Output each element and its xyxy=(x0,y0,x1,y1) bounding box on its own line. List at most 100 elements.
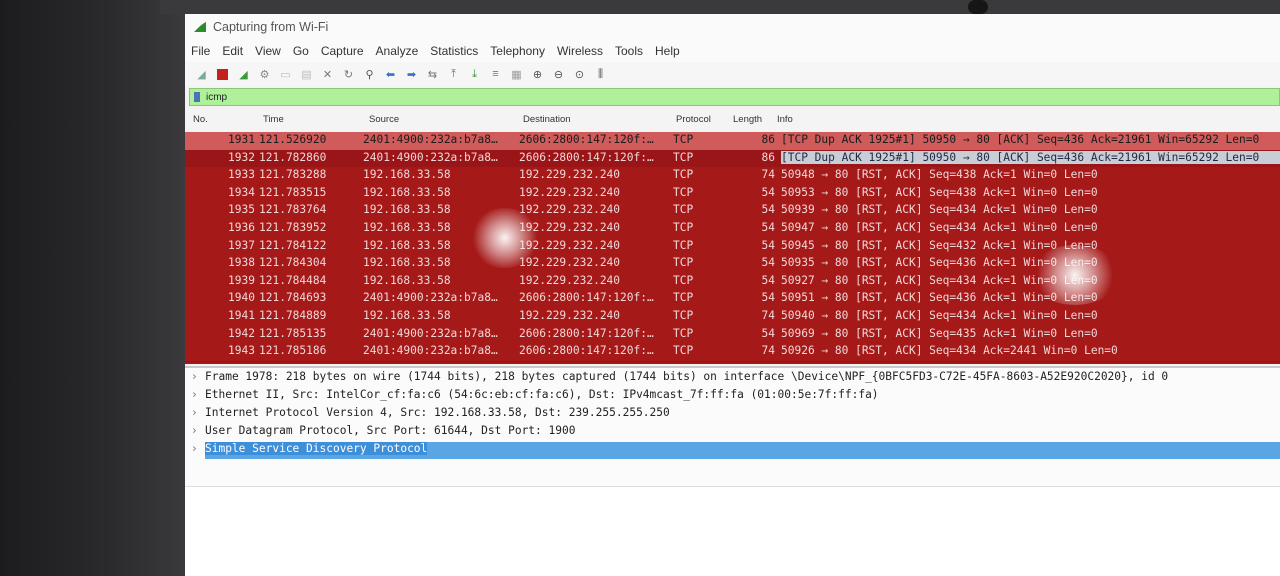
cell-destination: 192.229.232.240 xyxy=(519,256,621,270)
resize-columns-icon[interactable]: ⫼ xyxy=(593,68,608,81)
menu-tools[interactable]: Tools xyxy=(609,44,649,58)
start-capture-icon[interactable]: ◢ xyxy=(194,68,209,81)
packet-bytes-pane xyxy=(185,486,1280,576)
table-row[interactable]: 1939 121.784484 192.168.33.58 192.229.23… xyxy=(185,272,1280,292)
stop-capture-icon[interactable] xyxy=(215,68,230,81)
packet-list-header: No. Time Source Destination Protocol Len… xyxy=(185,110,1280,133)
cell-time: 121.784304 xyxy=(259,256,327,270)
go-back-icon[interactable]: ⬅ xyxy=(383,68,398,81)
menu-capture[interactable]: Capture xyxy=(315,44,370,58)
save-file-icon[interactable]: ▤ xyxy=(299,68,314,81)
cell-info: [TCP Dup ACK 1925#1] 50950 → 80 [ACK] Se… xyxy=(781,133,1260,146)
col-header-time[interactable]: Time xyxy=(263,114,284,125)
cell-time: 121.783515 xyxy=(259,185,327,199)
close-file-icon[interactable]: ✕ xyxy=(320,68,335,81)
col-header-no[interactable]: No. xyxy=(193,114,208,125)
chevron-right-icon[interactable]: › xyxy=(191,406,205,419)
go-forward-icon[interactable]: ➡ xyxy=(404,68,419,81)
cell-length: 54 xyxy=(761,273,775,287)
menu-go[interactable]: Go xyxy=(287,44,315,58)
find-packet-icon[interactable]: ⚲ xyxy=(362,68,377,81)
table-row[interactable]: 1942 121.785135 2401:4900:232a:b7a8… 260… xyxy=(185,325,1280,345)
table-row[interactable]: 1933 121.783288 192.168.33.58 192.229.23… xyxy=(185,167,1280,186)
cell-length: 86 xyxy=(761,133,775,146)
table-row[interactable]: 1931 121.526920 2401:4900:232a:b7a8… 260… xyxy=(185,132,1280,151)
cell-no: 1938 xyxy=(228,256,255,270)
cell-source: 2401:4900:232a:b7a8… xyxy=(363,326,498,340)
cell-time: 121.783764 xyxy=(259,203,327,217)
cell-protocol: TCP xyxy=(673,326,694,340)
filter-bookmark-icon[interactable] xyxy=(194,92,200,102)
cell-info: 50939 → 80 [RST, ACK] Seq=434 Ack=1 Win=… xyxy=(781,203,1098,217)
col-header-info[interactable]: Info xyxy=(777,114,793,125)
chevron-right-icon[interactable]: › xyxy=(191,388,205,401)
detail-row-ip[interactable]: › Internet Protocol Version 4, Src: 192.1… xyxy=(191,406,1280,423)
capture-options-icon[interactable]: ⚙ xyxy=(257,68,272,81)
cell-length: 74 xyxy=(761,309,775,322)
restart-capture-icon[interactable]: ◢ xyxy=(236,68,251,81)
table-row[interactable]: 1940 121.784693 2401:4900:232a:b7a8… 260… xyxy=(185,290,1280,309)
display-filter-bar[interactable]: icmp xyxy=(189,88,1280,106)
cell-destination: 2606:2800:147:120f:… xyxy=(519,133,654,146)
zoom-out-icon[interactable]: ⊖ xyxy=(551,68,566,81)
table-row[interactable]: 1937 121.784122 192.168.33.58 192.229.23… xyxy=(185,237,1280,257)
col-header-length[interactable]: Length xyxy=(733,114,762,125)
menu-analyze[interactable]: Analyze xyxy=(370,44,425,58)
cell-info: 50945 → 80 [RST, ACK] Seq=432 Ack=1 Win=… xyxy=(781,238,1098,252)
cell-source: 192.168.33.58 xyxy=(363,238,451,252)
table-row[interactable]: 1932 121.782860 2401:4900:232a:b7a8… 260… xyxy=(185,149,1280,169)
reload-icon[interactable]: ↻ xyxy=(341,68,356,81)
menu-view[interactable]: View xyxy=(249,44,287,58)
cell-source: 192.168.33.58 xyxy=(363,309,451,322)
zoom-in-icon[interactable]: ⊕ xyxy=(530,68,545,81)
cell-no: 1943 xyxy=(228,344,255,358)
first-packet-icon[interactable]: ⤒ xyxy=(446,68,461,81)
detail-row-ethernet[interactable]: › Ethernet II, Src: IntelCor_cf:fa:c6 (54… xyxy=(191,388,1280,405)
cell-protocol: TCP xyxy=(673,273,694,287)
wireshark-window: Capturing from Wi-Fi File Edit View Go C… xyxy=(185,14,1280,576)
chevron-right-icon[interactable]: › xyxy=(191,424,205,437)
menu-help[interactable]: Help xyxy=(649,44,686,58)
table-row[interactable]: 1934 121.783515 192.168.33.58 192.229.23… xyxy=(185,184,1280,204)
menu-statistics[interactable]: Statistics xyxy=(424,44,484,58)
cell-no: 1931 xyxy=(228,133,255,146)
detail-row-frame[interactable]: › Frame 1978: 218 bytes on wire (1744 bit… xyxy=(191,370,1280,387)
colorize-icon[interactable]: ▦ xyxy=(509,68,524,81)
cell-destination: 192.229.232.240 xyxy=(519,221,621,234)
col-header-protocol[interactable]: Protocol xyxy=(676,114,711,125)
cell-info: 50926 → 80 [RST, ACK] Seq=434 Ack=2441 W… xyxy=(781,344,1118,358)
cell-source: 192.168.33.58 xyxy=(363,168,451,182)
cell-protocol: TCP xyxy=(673,238,694,252)
cell-no: 1939 xyxy=(228,273,255,287)
col-header-destination[interactable]: Destination xyxy=(523,114,571,125)
detail-row-ssdp[interactable]: › Simple Service Discovery Protocol xyxy=(191,442,1280,459)
detail-row-udp[interactable]: › User Datagram Protocol, Src Port: 61644… xyxy=(191,424,1280,441)
cell-destination: 2606:2800:147:120f:… xyxy=(519,326,654,340)
cell-protocol: TCP xyxy=(673,133,694,146)
table-row[interactable]: 1941 121.784889 192.168.33.58 192.229.23… xyxy=(185,308,1280,327)
last-packet-icon[interactable]: ⤓ xyxy=(467,68,482,81)
cell-source: 2401:4900:232a:b7a8… xyxy=(363,150,498,164)
table-row[interactable]: 1943 121.785186 2401:4900:232a:b7a8… 260… xyxy=(185,343,1280,362)
zoom-reset-icon[interactable]: ⊙ xyxy=(572,68,587,81)
go-to-packet-icon[interactable]: ⇆ xyxy=(425,68,440,81)
cell-info: 50951 → 80 [RST, ACK] Seq=436 Ack=1 Win=… xyxy=(781,291,1098,305)
cell-no: 1941 xyxy=(228,309,255,322)
chevron-right-icon[interactable]: › xyxy=(191,442,205,455)
table-row[interactable]: 1935 121.783764 192.168.33.58 192.229.23… xyxy=(185,202,1280,221)
menu-telephony[interactable]: Telephony xyxy=(484,44,551,58)
chevron-right-icon[interactable]: › xyxy=(191,370,205,383)
autoscroll-icon[interactable]: ≡ xyxy=(488,68,503,81)
table-row[interactable]: 1938 121.784304 192.168.33.58 192.229.23… xyxy=(185,255,1280,274)
col-header-source[interactable]: Source xyxy=(369,114,399,125)
menu-file[interactable]: File xyxy=(185,44,216,58)
menu-wireless[interactable]: Wireless xyxy=(551,44,609,58)
cell-source: 2401:4900:232a:b7a8… xyxy=(363,291,498,305)
open-file-icon[interactable]: ▭ xyxy=(278,68,293,81)
menu-edit[interactable]: Edit xyxy=(216,44,249,58)
packet-list: 1931 121.526920 2401:4900:232a:b7a8… 260… xyxy=(185,132,1280,364)
display-filter-input[interactable]: icmp xyxy=(206,92,227,103)
cell-time: 121.785135 xyxy=(259,326,327,340)
table-row[interactable]: 1936 121.783952 192.168.33.58 192.229.23… xyxy=(185,220,1280,239)
cell-source: 192.168.33.58 xyxy=(363,185,451,199)
